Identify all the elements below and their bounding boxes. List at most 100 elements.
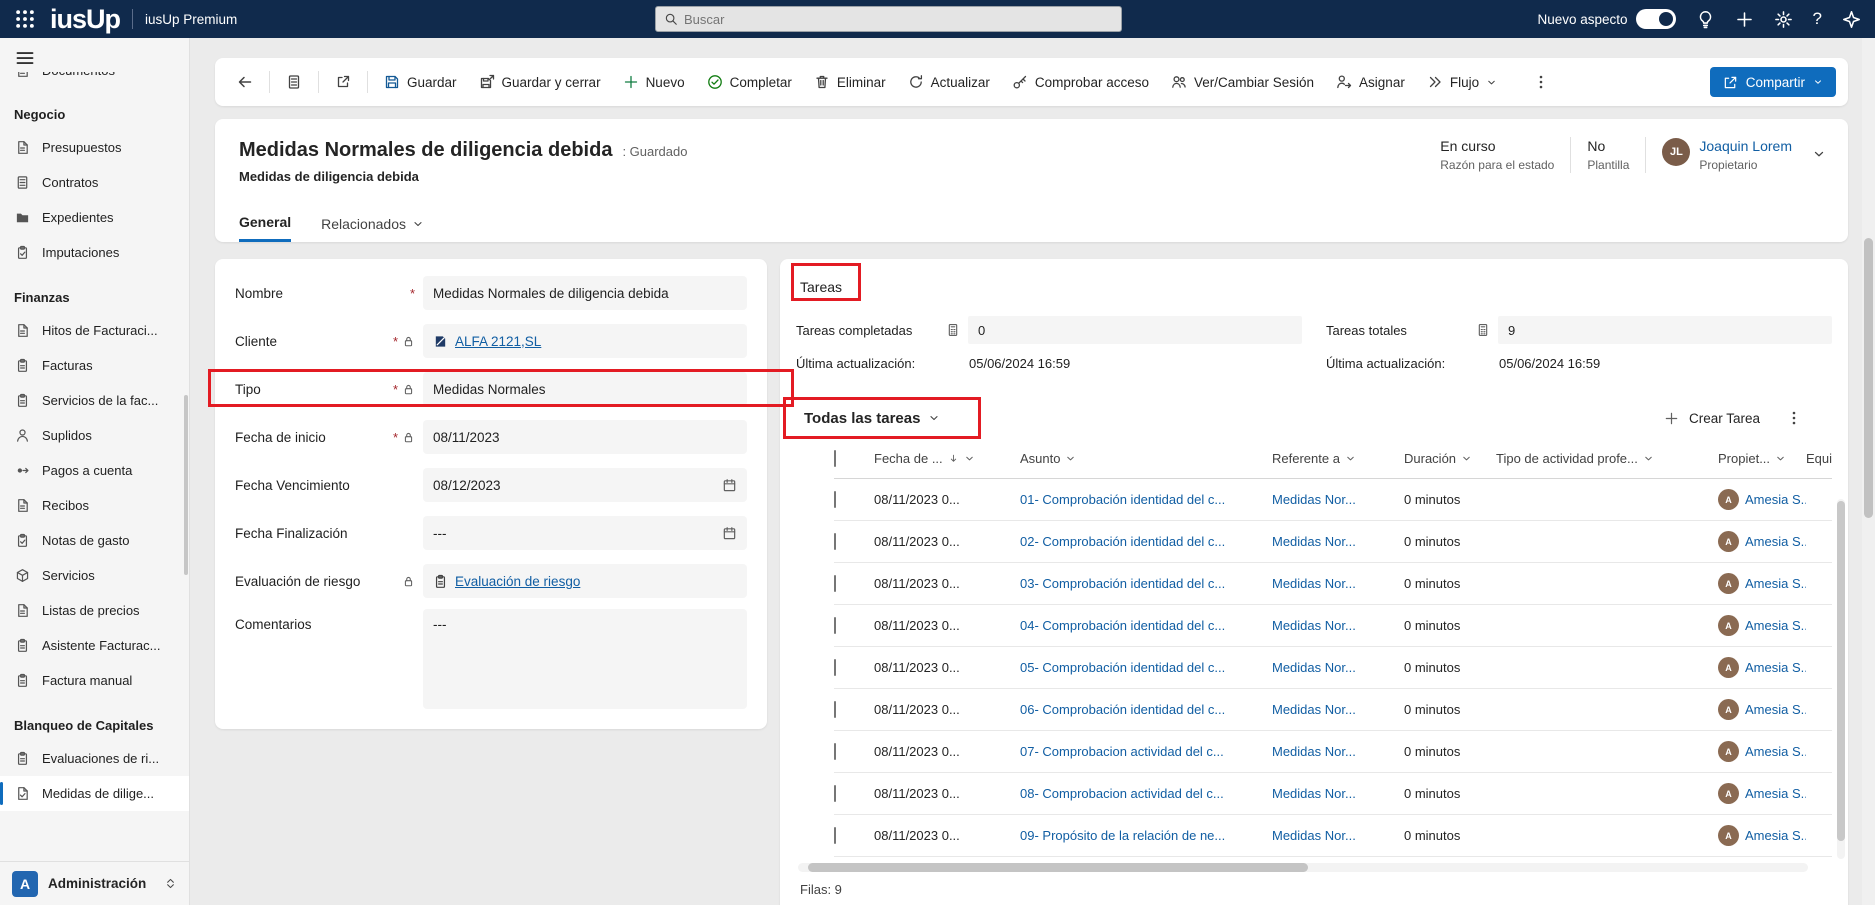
quick-create-plus-icon[interactable]	[1735, 10, 1754, 29]
popout-button[interactable]	[325, 68, 361, 96]
task-regarding-link[interactable]: Medidas Nor...	[1272, 828, 1356, 843]
complete-button[interactable]: Completar	[697, 68, 802, 96]
task-regarding-link[interactable]: Medidas Nor...	[1272, 618, 1356, 633]
sidebar-item-contratos[interactable]: Contratos	[0, 165, 189, 200]
sidebar-item-facturas[interactable]: Facturas	[0, 348, 189, 383]
task-owner-link[interactable]: Amesia S...	[1745, 702, 1806, 717]
tab-general[interactable]: General	[239, 214, 292, 242]
global-search-box[interactable]	[655, 6, 1122, 32]
sidebar-item-listas-de-precios[interactable]: Listas de precios	[0, 593, 189, 628]
header-field-owner[interactable]: JL Joaquin Lorem Propietario	[1646, 138, 1792, 172]
scrollbar-thumb[interactable]	[808, 863, 1308, 872]
nombre-input[interactable]: Medidas Normales de diligencia debida	[423, 276, 747, 310]
task-owner-link[interactable]: Amesia S...	[1745, 576, 1806, 591]
sidebar-item-medidas-diligencia[interactable]: Medidas de dilige...	[0, 776, 189, 811]
show-chart-pane-button[interactable]	[276, 68, 312, 96]
grid-more-commands-icon[interactable]	[1786, 410, 1802, 426]
cliente-link[interactable]: ALFA 2121,SL	[455, 334, 541, 349]
sidebar-item-presupuestos[interactable]: Presupuestos	[0, 130, 189, 165]
table-row[interactable]: 08/11/2023 0... 03- Comprobación identid…	[834, 563, 1832, 605]
calendar-icon[interactable]	[722, 526, 737, 541]
sidebar-item-asistente-facturacion[interactable]: Asistente Facturac...	[0, 628, 189, 663]
delete-button[interactable]: Eliminar	[804, 68, 896, 96]
task-subject-link[interactable]: 03- Comprobación identidad del c...	[1020, 576, 1225, 591]
back-button[interactable]	[227, 68, 263, 96]
sidebar-item-recibos[interactable]: Recibos	[0, 488, 189, 523]
task-subject-link[interactable]: 04- Comprobación identidad del c...	[1020, 618, 1225, 633]
header-expand-chevron-icon[interactable]	[1812, 147, 1826, 161]
column-header-referente[interactable]: Referente a	[1272, 451, 1404, 466]
save-button[interactable]: Guardar	[374, 68, 467, 96]
help-icon[interactable]: ?	[1813, 9, 1822, 29]
evaluacion-lookup[interactable]: Evaluación de riesgo	[423, 564, 747, 598]
search-input[interactable]	[684, 11, 1113, 27]
row-checkbox[interactable]	[834, 785, 836, 802]
app-launcher-waffle-icon[interactable]	[14, 8, 36, 30]
row-checkbox[interactable]	[834, 743, 836, 760]
column-header-tipo-actividad[interactable]: Tipo de actividad profe...	[1496, 451, 1718, 466]
task-subject-link[interactable]: 01- Comprobación identidad del c...	[1020, 492, 1225, 507]
task-subject-link[interactable]: 02- Comprobación identidad del c...	[1020, 534, 1225, 549]
row-checkbox[interactable]	[834, 617, 836, 634]
new-look-toggle[interactable]	[1635, 9, 1676, 29]
table-row[interactable]: 08/11/2023 0... 09- Propósito de la rela…	[834, 815, 1832, 857]
task-owner-link[interactable]: Amesia S...	[1745, 828, 1806, 843]
task-owner-link[interactable]: Amesia S...	[1745, 534, 1806, 549]
assign-button[interactable]: Asignar	[1326, 68, 1415, 96]
task-regarding-link[interactable]: Medidas Nor...	[1272, 492, 1356, 507]
tab-relacionados[interactable]: Relacionados	[321, 214, 424, 242]
row-checkbox[interactable]	[834, 827, 836, 844]
task-subject-link[interactable]: 05- Comprobación identidad del c...	[1020, 660, 1225, 675]
more-commands-button[interactable]	[1523, 68, 1559, 96]
task-subject-link[interactable]: 08- Comprobacion actividad del c...	[1020, 786, 1224, 801]
row-checkbox[interactable]	[834, 575, 836, 592]
grid-vertical-scrollbar[interactable]	[1837, 499, 1845, 859]
task-subject-link[interactable]: 07- Comprobacion actividad del c...	[1020, 744, 1224, 759]
grid-horizontal-scrollbar[interactable]	[798, 863, 1808, 872]
check-access-button[interactable]: Comprobar acceso	[1002, 68, 1159, 96]
sidebar-item-suplidos[interactable]: Suplidos	[0, 418, 189, 453]
task-regarding-link[interactable]: Medidas Nor...	[1272, 576, 1356, 591]
scrollbar-thumb[interactable]	[1837, 501, 1845, 841]
create-task-button[interactable]: Crear Tarea	[1664, 411, 1760, 426]
column-header-propietario[interactable]: Propiet...	[1718, 451, 1806, 466]
task-regarding-link[interactable]: Medidas Nor...	[1272, 660, 1356, 675]
sidebar-item-servicios[interactable]: Servicios	[0, 558, 189, 593]
task-subject-link[interactable]: 09- Propósito de la relación de ne...	[1020, 828, 1225, 843]
tareas-completadas-input[interactable]: 0	[968, 316, 1302, 344]
column-header-duracion[interactable]: Duración	[1404, 451, 1496, 466]
task-owner-link[interactable]: Amesia S...	[1745, 786, 1806, 801]
tipo-input[interactable]: Medidas Normales	[423, 372, 747, 406]
table-row[interactable]: 08/11/2023 0... 01- Comprobación identid…	[834, 479, 1832, 521]
sidebar-item-evaluaciones-riesgo[interactable]: Evaluaciones de ri...	[0, 741, 189, 776]
table-row[interactable]: 08/11/2023 0... 06- Comprobación identid…	[834, 689, 1832, 731]
select-all-checkbox[interactable]	[834, 450, 836, 467]
sidebar-item-imputaciones[interactable]: Imputaciones	[0, 235, 189, 270]
table-row[interactable]: 08/11/2023 0... 07- Comprobacion activid…	[834, 731, 1832, 773]
fecha-vencimiento-input[interactable]: 08/12/2023	[423, 468, 747, 502]
lightbulb-icon[interactable]	[1696, 10, 1715, 29]
table-row[interactable]: 08/11/2023 0... 08- Comprobacion activid…	[834, 773, 1832, 815]
table-row[interactable]: 08/11/2023 0... 04- Comprobación identid…	[834, 605, 1832, 647]
table-row[interactable]: 08/11/2023 0... 02- Comprobación identid…	[834, 521, 1832, 563]
refresh-button[interactable]: Actualizar	[898, 68, 1000, 96]
fecha-inicio-input[interactable]: 08/11/2023	[423, 420, 747, 454]
cliente-lookup[interactable]: ALFA 2121,SL	[423, 324, 747, 358]
column-header-equipo[interactable]: Equi	[1806, 451, 1832, 466]
row-checkbox[interactable]	[834, 491, 836, 508]
column-header-asunto[interactable]: Asunto	[1020, 451, 1272, 466]
tareas-totales-input[interactable]: 9	[1498, 316, 1832, 344]
owner-name-link[interactable]: Joaquin Lorem	[1699, 138, 1792, 154]
new-button[interactable]: Nuevo	[613, 68, 695, 96]
sidebar-item-servicios-factura[interactable]: Servicios de la fac...	[0, 383, 189, 418]
table-row[interactable]: 08/11/2023 0... 05- Comprobación identid…	[834, 647, 1832, 689]
sidebar-item-hitos-facturacion[interactable]: Hitos de Facturaci...	[0, 313, 189, 348]
page-vertical-scrollbar[interactable]	[1862, 38, 1875, 905]
column-header-fecha[interactable]: Fecha de ...	[874, 451, 1020, 466]
task-owner-link[interactable]: Amesia S...	[1745, 660, 1806, 675]
flow-button[interactable]: Flujo	[1417, 68, 1507, 96]
row-checkbox[interactable]	[834, 701, 836, 718]
task-regarding-link[interactable]: Medidas Nor...	[1272, 534, 1356, 549]
row-checkbox[interactable]	[834, 533, 836, 550]
save-and-close-button[interactable]: Guardar y cerrar	[469, 68, 611, 96]
